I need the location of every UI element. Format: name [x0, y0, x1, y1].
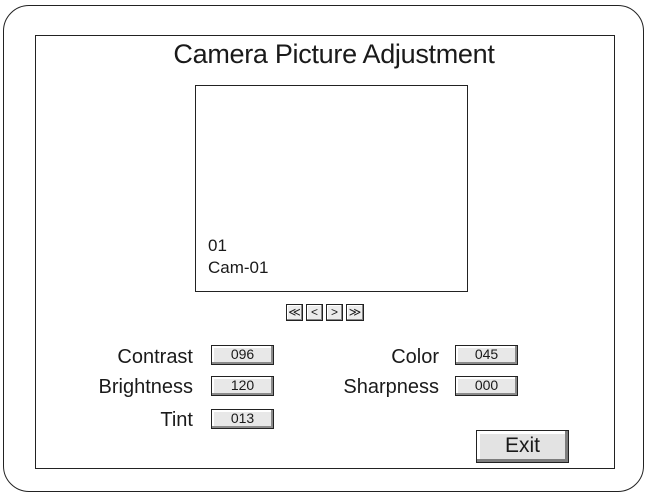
- last-camera-button[interactable]: ≫: [346, 304, 364, 321]
- first-camera-button[interactable]: ≪: [286, 304, 303, 321]
- contrast-value[interactable]: 096: [211, 345, 274, 365]
- tint-label: Tint: [160, 409, 193, 431]
- tint-value[interactable]: 013: [211, 409, 274, 429]
- brightness-label: Brightness: [98, 376, 194, 398]
- previous-camera-button[interactable]: <: [306, 304, 323, 321]
- camera-name: Cam-01: [208, 258, 269, 277]
- sharpness-label: Sharpness: [343, 376, 439, 398]
- color-label: Color: [391, 346, 439, 368]
- next-camera-button[interactable]: >: [326, 304, 343, 321]
- camera-preview: 01 Cam-01: [195, 85, 468, 292]
- page-title: Camera Picture Adjustment: [173, 39, 495, 69]
- sharpness-value[interactable]: 000: [455, 376, 518, 396]
- color-value[interactable]: 045: [455, 345, 518, 365]
- brightness-value[interactable]: 120: [211, 376, 274, 396]
- camera-number: 01: [208, 236, 227, 255]
- contrast-label: Contrast: [117, 346, 193, 368]
- exit-button[interactable]: Exit: [476, 430, 569, 463]
